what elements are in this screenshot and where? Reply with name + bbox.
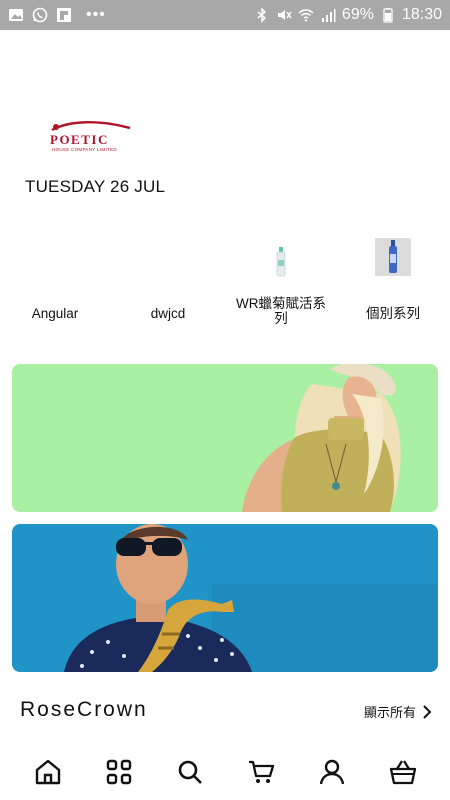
wifi-icon: [298, 9, 314, 22]
category-item[interactable]: Angular: [0, 238, 110, 321]
bluetooth-icon: [257, 7, 267, 23]
nav-search[interactable]: [170, 752, 210, 792]
date-label: TUESDAY 26 JUL: [25, 177, 166, 196]
category-label: 個別系列: [366, 306, 420, 321]
nav-account[interactable]: [312, 752, 352, 792]
see-all-label: 顯示所有: [363, 705, 416, 720]
battery-icon: [383, 8, 393, 23]
category-row: Angular dwjcd WR蠟菊賦活系列 個別系列: [0, 238, 450, 348]
logo-word: POETIC: [50, 132, 109, 147]
nav-home[interactable]: [28, 752, 68, 792]
whatsapp-icon: [32, 7, 48, 23]
promo-banner-saxophone[interactable]: [12, 524, 438, 672]
clock: 18:30: [401, 6, 442, 23]
section-title: RoseCrown: [20, 698, 148, 721]
brand-logo[interactable]: POETIC HOUSE COMPANY LIMITED: [50, 120, 134, 156]
promo-banner-woman[interactable]: [12, 364, 438, 512]
saxophone-player-illustration: [64, 524, 438, 672]
logo-tagline: HOUSE COMPANY LIMITED: [52, 147, 117, 152]
status-bar: ••• 69% 18:30: [0, 0, 450, 30]
cart-icon: [248, 760, 274, 783]
category-thumbnail: [37, 238, 73, 276]
category-thumbnail: [150, 238, 186, 276]
grid-icon: [106, 759, 131, 785]
flipboard-icon: [57, 8, 71, 22]
nav-cart[interactable]: [241, 752, 281, 792]
bottom-navigation: [0, 744, 450, 800]
category-item[interactable]: WR蠟菊賦活系列: [226, 238, 336, 326]
category-item[interactable]: 個別系列: [338, 238, 448, 321]
category-thumbnail: [375, 238, 411, 276]
bottle-icon: [276, 247, 286, 277]
more-dots-icon: •••: [86, 6, 106, 23]
see-all-link[interactable]: 顯示所有: [364, 702, 432, 721]
chevron-right-icon: [423, 704, 432, 719]
woman-illustration: [242, 364, 401, 512]
home-icon: [35, 759, 60, 785]
bottle-icon: [389, 240, 397, 273]
mute-icon: [277, 10, 292, 20]
category-thumbnail: [263, 247, 299, 277]
category-label: Angular: [31, 306, 79, 321]
basket-icon: [389, 760, 416, 785]
category-label: dwjcd: [150, 306, 186, 321]
category-label: WR蠟菊賦活系列: [236, 296, 326, 326]
signal-icon: [321, 9, 336, 22]
nav-categories[interactable]: [99, 752, 139, 792]
search-icon: [178, 760, 202, 784]
battery-level: 69%: [341, 6, 374, 23]
account-icon: [319, 759, 344, 785]
category-item[interactable]: dwjcd: [113, 238, 223, 321]
nav-basket[interactable]: [383, 752, 423, 792]
gallery-icon: [9, 9, 23, 21]
